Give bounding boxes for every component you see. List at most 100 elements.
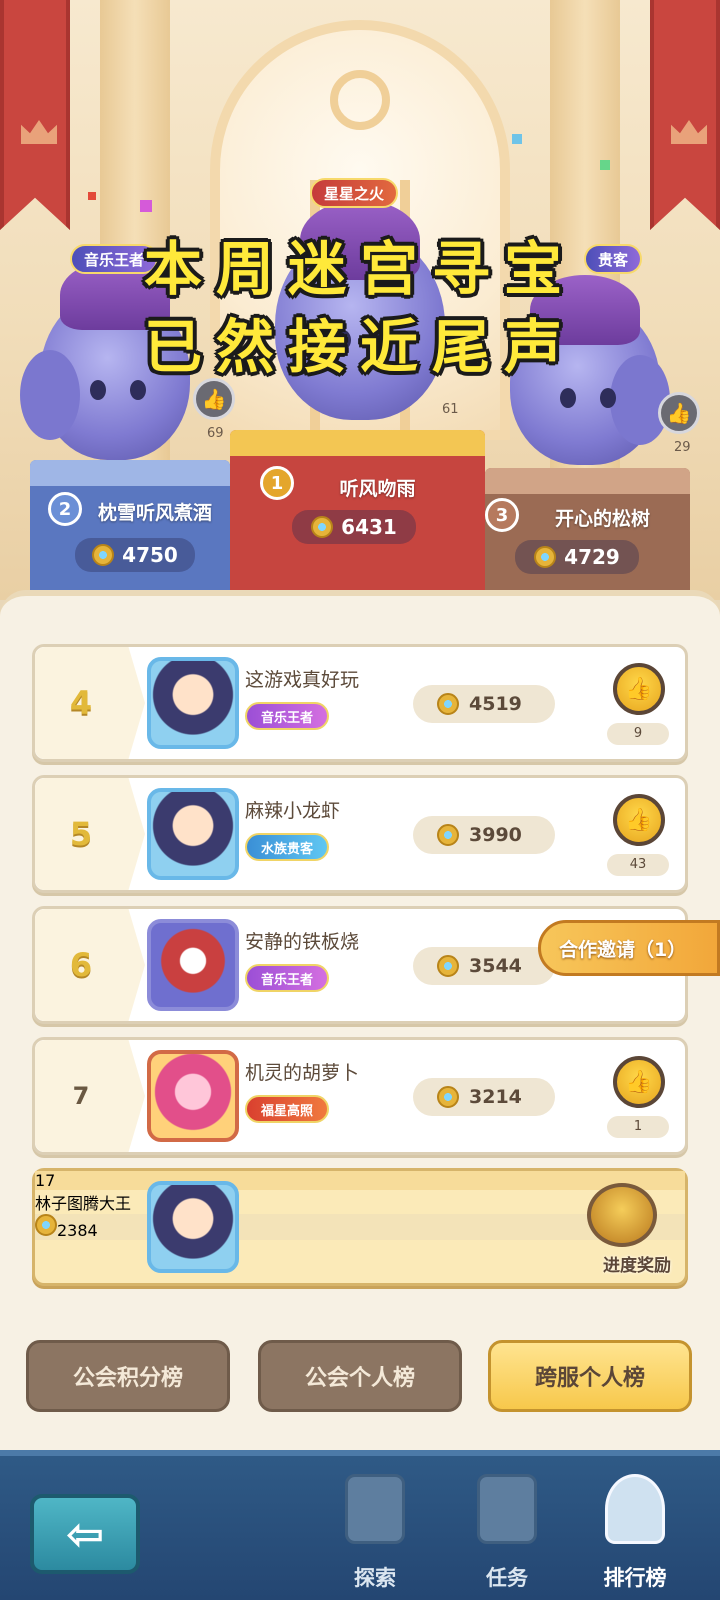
trophy-icon bbox=[605, 1474, 665, 1544]
ranking-row[interactable]: 7 机灵的胡萝卜 福星高照 3214 👍 1 bbox=[32, 1037, 688, 1155]
like-count: 43 bbox=[607, 854, 669, 876]
rank-number: 7 bbox=[35, 1040, 145, 1152]
player-avatar[interactable] bbox=[147, 1181, 239, 1273]
thumbs-up-icon[interactable]: 👍 bbox=[193, 378, 235, 420]
thumbs-up-button[interactable]: 👍 bbox=[613, 794, 665, 846]
rank-number: 17 bbox=[35, 1171, 685, 1190]
tab-guild-points[interactable]: 公会积分榜 bbox=[26, 1340, 230, 1412]
gem-icon bbox=[92, 544, 115, 566]
arrow-left-icon: ⇦ bbox=[65, 1507, 105, 1561]
first-place-podium[interactable]: 1 听风吻雨 6431 bbox=[230, 430, 485, 600]
player-title-tag: 音乐王者 bbox=[245, 964, 330, 992]
window-rosette bbox=[330, 70, 390, 130]
treasure-chest-icon[interactable] bbox=[587, 1183, 657, 1247]
coop-invite-button[interactable]: 合作邀请（1） bbox=[538, 920, 720, 976]
podium-top bbox=[30, 460, 230, 486]
like-count: 9 bbox=[607, 723, 669, 745]
score-value: 6431 bbox=[341, 515, 397, 539]
first-like-count: 61 bbox=[442, 402, 459, 417]
first-place-score: 6431 bbox=[292, 510, 416, 544]
thumbs-up-icon[interactable]: 👍 bbox=[658, 392, 700, 434]
player-avatar[interactable] bbox=[147, 1050, 239, 1142]
gem-icon bbox=[311, 516, 334, 538]
player-score: 3214 bbox=[413, 1078, 555, 1116]
crown-icon bbox=[671, 120, 707, 144]
gem-icon bbox=[35, 1214, 57, 1236]
explore-icon bbox=[345, 1474, 405, 1544]
player-name: 机灵的胡萝卜 bbox=[245, 1062, 360, 1084]
player-name: 安静的铁板烧 bbox=[245, 931, 360, 953]
eye bbox=[560, 388, 576, 408]
nav-label: 任务 bbox=[486, 1566, 528, 1590]
confetti bbox=[512, 134, 522, 144]
gem-icon bbox=[437, 824, 459, 846]
left-banner bbox=[0, 0, 70, 230]
nav-tasks[interactable]: 任务 bbox=[452, 1474, 562, 1600]
player-name: 这游戏真好玩 bbox=[245, 669, 360, 691]
nav-label: 探索 bbox=[354, 1566, 396, 1590]
first-title-tag: 星星之火 bbox=[310, 178, 399, 208]
task-icon bbox=[477, 1474, 537, 1544]
podium-scene: 音乐王者 星星之火 贵客 👍 69 61 👍 29 2 枕雪听风煮酒 4750 … bbox=[0, 0, 720, 600]
player-title-tag: 音乐王者 bbox=[245, 702, 330, 730]
podium-top bbox=[230, 430, 485, 456]
rank-number: 6 bbox=[35, 909, 145, 1021]
tab-cross-server-personal[interactable]: 跨服个人榜 bbox=[488, 1340, 692, 1412]
rank-badge: 2 bbox=[48, 492, 82, 526]
gem-icon bbox=[437, 693, 459, 715]
bottom-nav: ⇦ 探索 任务 排行榜 bbox=[0, 1450, 720, 1600]
third-place-score: 4729 bbox=[515, 540, 639, 574]
rank-number: 4 bbox=[35, 647, 145, 759]
score-value: 3990 bbox=[469, 824, 522, 846]
progress-reward-label[interactable]: 进度奖励 bbox=[603, 1251, 671, 1276]
my-rank-row[interactable]: 17 林子图腾大王 2384 进度奖励 bbox=[32, 1168, 688, 1286]
score-value: 3544 bbox=[469, 955, 522, 977]
caption-line-2: 已然接近尾声 bbox=[143, 313, 576, 381]
gem-icon bbox=[534, 546, 557, 568]
third-place-podium[interactable]: 3 开心的松树 4729 bbox=[485, 468, 690, 600]
confetti bbox=[600, 160, 610, 170]
confetti bbox=[88, 192, 96, 200]
player-score: 3544 bbox=[413, 947, 555, 985]
score-value: 4750 bbox=[122, 543, 178, 567]
caption-line-1: 本周迷宫寻宝 bbox=[143, 235, 576, 303]
gem-icon bbox=[437, 955, 459, 977]
crown-icon bbox=[21, 120, 57, 144]
player-score: 4519 bbox=[413, 685, 555, 723]
eye bbox=[600, 388, 616, 408]
ranking-row[interactable]: 4 这游戏真好玩 音乐王者 4519 👍 9 bbox=[32, 644, 688, 762]
thumbs-up-button[interactable]: 👍 bbox=[613, 1056, 665, 1108]
back-button[interactable]: ⇦ bbox=[30, 1494, 140, 1574]
score-value: 4519 bbox=[469, 693, 522, 715]
second-like-count: 69 bbox=[207, 426, 224, 441]
ranking-row[interactable]: 5 麻辣小龙虾 水族贵客 3990 👍 43 bbox=[32, 775, 688, 893]
score-value: 4729 bbox=[564, 545, 620, 569]
score-value: 3214 bbox=[469, 1086, 522, 1108]
thumbs-up-button[interactable]: 👍 bbox=[613, 663, 665, 715]
player-avatar[interactable] bbox=[147, 919, 239, 1011]
player-name: 麻辣小龙虾 bbox=[245, 800, 341, 822]
second-place-name: 枕雪听风煮酒 bbox=[97, 502, 212, 524]
nav-leaderboard[interactable]: 排行榜 bbox=[580, 1474, 690, 1600]
player-title-tag: 水族贵客 bbox=[245, 833, 330, 861]
tab-guild-personal[interactable]: 公会个人榜 bbox=[258, 1340, 462, 1412]
like-count: 1 bbox=[607, 1116, 669, 1138]
rank-badge: 3 bbox=[485, 498, 519, 532]
nav-explore[interactable]: 探索 bbox=[320, 1474, 430, 1600]
player-title-tag: 福星高照 bbox=[245, 1095, 330, 1123]
player-score: 3990 bbox=[413, 816, 555, 854]
confetti bbox=[140, 200, 152, 212]
gem-icon bbox=[437, 1086, 459, 1108]
first-place-name: 听风吻雨 bbox=[339, 478, 416, 500]
third-like-count: 29 bbox=[674, 440, 691, 455]
second-place-score: 4750 bbox=[75, 538, 195, 572]
nav-label: 排行榜 bbox=[603, 1566, 667, 1590]
score-value: 2384 bbox=[57, 1221, 98, 1240]
third-place-name: 开心的松树 bbox=[554, 508, 650, 530]
rank-number: 5 bbox=[35, 778, 145, 890]
second-place-podium[interactable]: 2 枕雪听风煮酒 4750 bbox=[30, 460, 230, 600]
podium-top bbox=[485, 468, 690, 494]
player-avatar[interactable] bbox=[147, 788, 239, 880]
right-banner bbox=[650, 0, 720, 230]
player-avatar[interactable] bbox=[147, 657, 239, 749]
